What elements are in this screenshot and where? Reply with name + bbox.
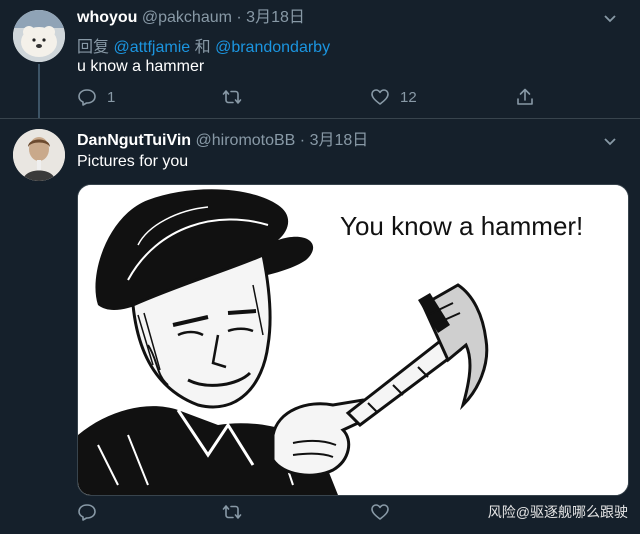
tweet-text: Pictures for you <box>77 153 189 170</box>
retweet-button[interactable] <box>222 87 242 107</box>
retweet-icon <box>222 505 242 519</box>
share-button[interactable] <box>515 87 535 107</box>
watermark: 风险@驱逐舰哪么跟驶 <box>487 504 628 520</box>
tweet-actions <box>77 502 547 526</box>
caret-down-icon[interactable] <box>602 10 618 26</box>
like-button[interactable] <box>370 502 390 522</box>
display-name[interactable]: whoyou <box>77 9 137 26</box>
tweet-text: u know a hammer <box>77 58 205 75</box>
reply-prefix: 回复 <box>77 39 114 56</box>
like-button[interactable]: 12 <box>370 87 417 107</box>
like-icon <box>371 89 389 105</box>
mention-link[interactable]: @brandondarby <box>215 39 330 56</box>
thread-line <box>38 64 40 118</box>
user-handle[interactable]: @pakchaum <box>142 9 232 26</box>
tweet-image[interactable]: You know a hammer! <box>77 184 629 496</box>
reply-icon <box>78 504 96 521</box>
tweet-date[interactable]: 3月18日 <box>246 9 305 26</box>
like-icon <box>371 504 389 520</box>
user-handle[interactable]: @hiromotoBB <box>196 132 296 149</box>
replying-to: 回复 @attfjamie 和 @brandondarby <box>77 33 330 57</box>
reply-button[interactable]: 1 <box>77 87 115 107</box>
tweet-actions: 1 12 <box>77 87 547 111</box>
tweet-whoyou[interactable]: whoyou @pakchaum · 3月18日 回复 @attfjamie 和… <box>0 0 640 118</box>
tweet-date[interactable]: 3月18日 <box>310 132 369 149</box>
image-caption: You know a hammer! <box>340 211 584 241</box>
tweet-danngut[interactable]: DanNgutTuiVin @hiromotoBB · 3月18日 Pictur… <box>0 119 640 534</box>
avatar[interactable] <box>13 129 65 181</box>
display-name[interactable]: DanNgutTuiVin <box>77 132 191 149</box>
separator: · <box>295 132 310 149</box>
separator: · <box>231 9 247 26</box>
like-count: 12 <box>400 88 417 106</box>
avatar[interactable] <box>13 10 65 62</box>
reply-count: 1 <box>107 88 116 106</box>
tweet-header: DanNgutTuiVin @hiromotoBB · 3月18日 <box>77 131 368 151</box>
mention-link[interactable]: @attfjamie <box>113 39 190 56</box>
reply-icon <box>78 89 96 106</box>
retweet-button[interactable] <box>222 502 242 522</box>
reply-joiner: 和 <box>190 39 216 56</box>
share-icon <box>517 88 533 105</box>
reply-button[interactable] <box>77 502 97 522</box>
caret-down-icon[interactable] <box>602 133 618 149</box>
tweet-header: whoyou @pakchaum · 3月18日 <box>77 8 305 28</box>
retweet-icon <box>222 90 242 104</box>
